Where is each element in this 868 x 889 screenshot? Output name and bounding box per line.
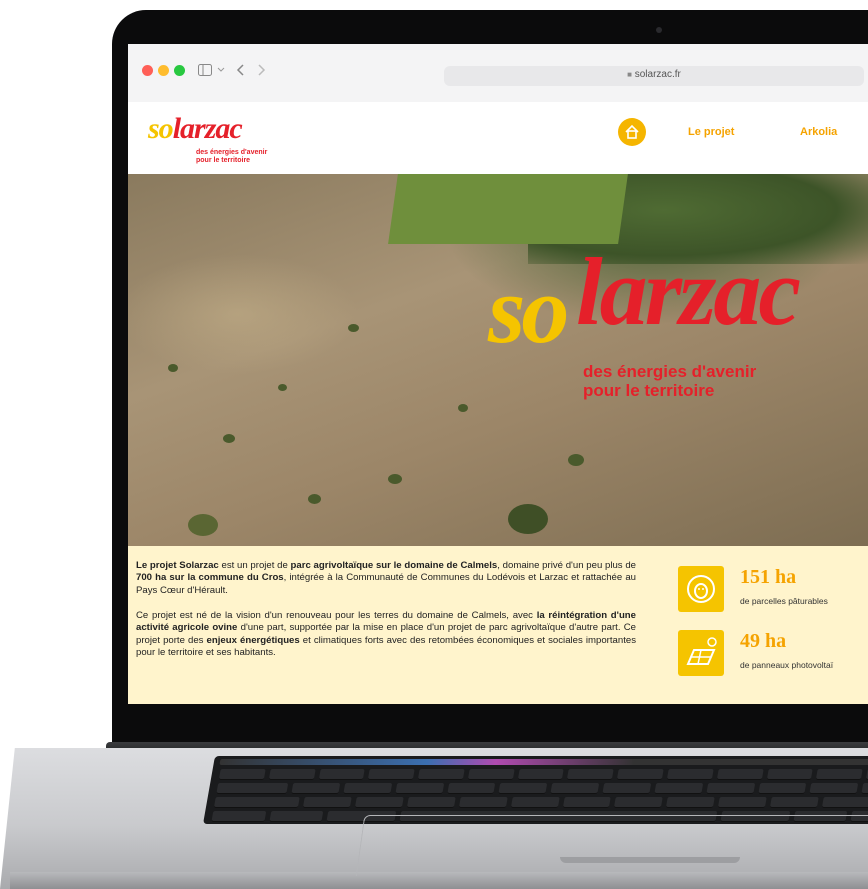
url-text: solarzac.fr <box>634 69 681 80</box>
stat-value-panels: 49 ha <box>740 630 787 652</box>
intro-paragraph-2: Ce projet est né de la vision d'un renou… <box>136 610 636 659</box>
home-icon <box>625 124 639 139</box>
home-button[interactable] <box>618 118 646 146</box>
address-bar[interactable]: ■ solarzac.fr <box>444 66 864 86</box>
forward-arrow-icon[interactable] <box>258 64 266 76</box>
laptop-lid-notch <box>560 857 740 863</box>
solar-panel-icon <box>678 630 724 676</box>
trackpad <box>355 815 868 876</box>
nav-arkolia[interactable]: Arkolia <box>800 126 837 138</box>
nav-le-projet[interactable]: Le projet <box>688 126 734 138</box>
stat-label-pasture: de parcelles pâturables <box>740 596 828 606</box>
hero-tagline: des énergies d'avenir pour le territoire <box>583 362 757 400</box>
green-field <box>388 174 628 244</box>
logo-so: so <box>148 112 174 145</box>
maximize-window-button[interactable] <box>174 65 185 76</box>
logo-larzac: larzac <box>172 112 243 145</box>
browser-toolbar: ■ solarzac.fr <box>128 44 868 103</box>
touch-bar <box>219 759 868 765</box>
webcam-icon <box>656 27 662 33</box>
close-window-button[interactable] <box>142 65 153 76</box>
sidebar-icon[interactable] <box>198 64 212 76</box>
browser-window: ■ solarzac.fr solarzac des énergies d'av… <box>128 44 868 704</box>
sheep-icon <box>678 566 724 612</box>
keyboard <box>203 756 868 824</box>
minimize-window-button[interactable] <box>158 65 169 76</box>
hero-banner: so larzac des énergies d'avenir pour le … <box>128 174 868 546</box>
lock-icon: ■ <box>627 70 632 79</box>
stat-label-panels: de panneaux photovoltaï <box>740 660 834 670</box>
stat-value-pasture: 151 ha <box>740 566 797 588</box>
intro-paragraph-1: Le projet Solarzac est un projet de parc… <box>136 560 637 596</box>
project-intro-section: Le projet Solarzac est un projet de parc… <box>128 546 868 704</box>
logo-tagline: des énergies d'avenir pour le territoire <box>196 149 268 164</box>
hero-title-larzac: larzac <box>576 238 801 345</box>
back-arrow-icon[interactable] <box>236 64 244 76</box>
site-logo[interactable]: solarzac <box>148 112 243 146</box>
chevron-down-icon[interactable] <box>217 67 225 73</box>
site-header: solarzac des énergies d'avenir pour le t… <box>128 102 868 174</box>
hero-title-so: so <box>488 256 569 363</box>
